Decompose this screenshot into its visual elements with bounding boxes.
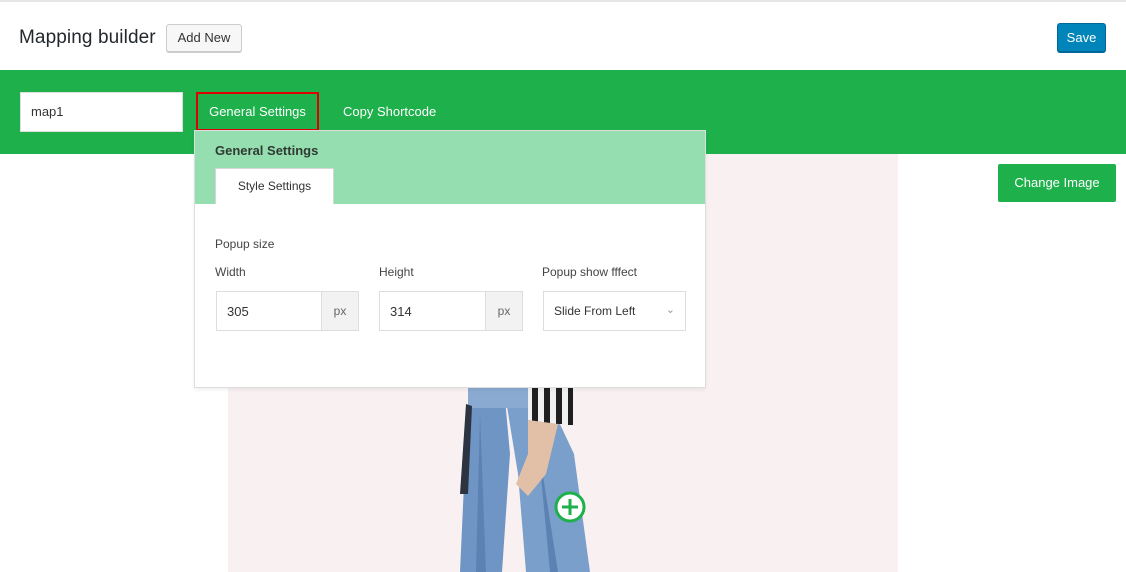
tab-style-settings[interactable]: Style Settings	[215, 168, 334, 204]
width-value[interactable]: 305	[227, 304, 249, 319]
save-button[interactable]: Save	[1057, 23, 1106, 52]
general-settings-panel: General Settings Style Settings Popup si…	[194, 130, 706, 388]
width-label: Width	[215, 265, 246, 279]
height-input[interactable]: 314 px	[379, 291, 523, 331]
popup-effect-select[interactable]: Slide From Left ⌄	[543, 291, 686, 331]
change-image-button[interactable]: Change Image	[998, 164, 1116, 202]
page-header: Mapping builder Add New Save	[0, 2, 1126, 70]
tab-copy-shortcode[interactable]: Copy Shortcode	[343, 104, 436, 119]
width-unit: px	[321, 292, 358, 330]
panel-header: General Settings Style Settings	[195, 131, 705, 204]
height-value[interactable]: 314	[390, 304, 412, 319]
add-hotspot-icon	[554, 491, 586, 523]
width-input[interactable]: 305 px	[216, 291, 359, 331]
popup-effect-label: Popup show fffect	[542, 265, 637, 279]
popup-size-label: Popup size	[215, 237, 275, 251]
add-new-button[interactable]: Add New	[166, 24, 242, 52]
page-title: Mapping builder	[19, 27, 156, 48]
height-label: Height	[379, 265, 414, 279]
map-name-input[interactable]: map1	[20, 92, 183, 132]
panel-title: General Settings	[215, 143, 319, 158]
popup-effect-value: Slide From Left	[554, 304, 636, 318]
chevron-down-icon: ⌄	[665, 304, 675, 316]
height-unit: px	[485, 292, 522, 330]
striped-sleeve	[528, 388, 574, 426]
tab-general-settings[interactable]: General Settings	[196, 92, 319, 131]
